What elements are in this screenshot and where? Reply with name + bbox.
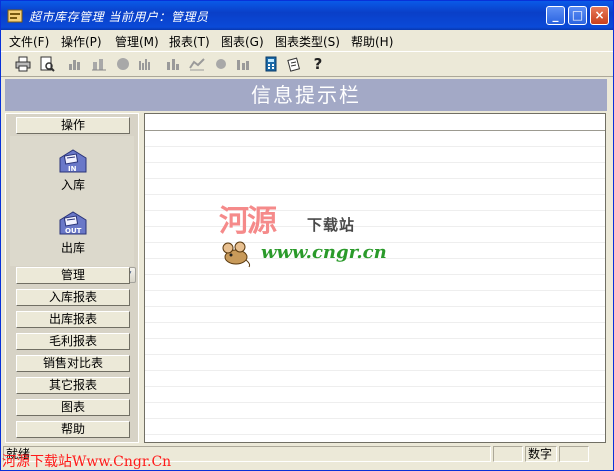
stacked-bar-icon[interactable]	[235, 56, 251, 72]
toolbar: ?	[1, 51, 613, 77]
section-operate-button[interactable]: 操作	[16, 117, 130, 134]
chart-button[interactable]: 图表	[16, 399, 130, 416]
watermark-text: 河源下载站Www.Cngr.Cn	[2, 454, 172, 470]
menu-help[interactable]: 帮助(H)	[351, 33, 393, 50]
status-numlock: 数字	[525, 446, 557, 462]
operation-icon-area: IN 入库 OUT 出库 ▼	[10, 136, 136, 283]
status-panel-empty	[493, 446, 523, 462]
svg-text:IN: IN	[68, 165, 77, 173]
stock-out-report-button[interactable]: 出库报表	[16, 311, 130, 328]
print-preview-icon[interactable]	[39, 56, 55, 72]
notepad-icon[interactable]	[286, 56, 302, 72]
other-reports-button[interactable]: 其它报表	[16, 377, 130, 394]
status-panel-empty-2	[559, 446, 589, 462]
mouse-mascot-icon	[222, 241, 251, 268]
app-icon	[7, 9, 23, 23]
menu-bar: 文件(F) 操作(P) 管理(M) 报表(T) 图表(G) 图表类型(S) 帮助…	[1, 30, 613, 51]
menu-operate[interactable]: 操作(P)	[61, 33, 102, 50]
content-header	[145, 114, 605, 131]
info-banner: 信息提示栏	[5, 79, 607, 111]
content-area	[145, 131, 605, 442]
menu-chart-type[interactable]: 图表类型(S)	[275, 33, 340, 50]
help-icon[interactable]: ?	[310, 56, 326, 72]
printer-icon[interactable]	[15, 56, 31, 72]
svg-text:OUT: OUT	[65, 227, 82, 235]
title-bar[interactable]: 超市库存管理 当前用户：管理员 _ □ ×	[1, 1, 613, 30]
menu-chart[interactable]: 图表(G)	[221, 33, 264, 50]
logo-url-text: www.cngr.cn	[261, 242, 387, 263]
stock-out-label: 出库	[60, 241, 85, 255]
left-nav-panel: 操作 IN 入库 OUT 出库 ▼ 管理 入库报表 出库报表 毛利报表 销售对比…	[5, 113, 139, 443]
maximize-button[interactable]: □	[568, 6, 587, 25]
logo-river-text: 河源	[219, 204, 277, 239]
stock-out-icon[interactable]: OUT	[56, 208, 90, 238]
bar-chart-icon[interactable]	[67, 56, 83, 72]
main-window: 超市库存管理 当前用户：管理员 _ □ × 文件(F) 操作(P) 管理(M) …	[0, 0, 614, 471]
grouped-bar-icon[interactable]	[165, 56, 181, 72]
bar-chart-3d-icon[interactable]	[91, 56, 107, 72]
manage-button[interactable]: 管理	[16, 267, 130, 284]
logo-download-text: 下载站	[307, 216, 356, 234]
content-panel[interactable]	[144, 113, 606, 443]
sales-comparison-button[interactable]: 销售对比表	[16, 355, 130, 372]
help-button[interactable]: 帮助	[16, 421, 130, 438]
gross-profit-report-button[interactable]: 毛利报表	[16, 333, 130, 350]
calculator-icon[interactable]	[263, 56, 279, 72]
line-chart-icon[interactable]	[189, 56, 205, 72]
window-title: 超市库存管理 当前用户：管理员	[29, 10, 209, 24]
site-logo: 河源 下载站 www.cngr.cn	[219, 204, 409, 274]
menu-manage[interactable]: 管理(M)	[115, 33, 159, 50]
stock-in-label: 入库	[60, 178, 85, 192]
stock-in-report-button[interactable]: 入库报表	[16, 289, 130, 306]
pie-chart-icon[interactable]	[115, 56, 131, 72]
pie-3d-icon[interactable]	[213, 56, 229, 72]
stock-in-icon[interactable]: IN	[56, 146, 90, 176]
menu-report[interactable]: 报表(T)	[169, 33, 210, 50]
column-chart-icon[interactable]	[137, 56, 153, 72]
close-button[interactable]: ×	[590, 6, 609, 25]
minimize-button[interactable]: _	[546, 6, 565, 25]
menu-file[interactable]: 文件(F)	[9, 33, 49, 50]
